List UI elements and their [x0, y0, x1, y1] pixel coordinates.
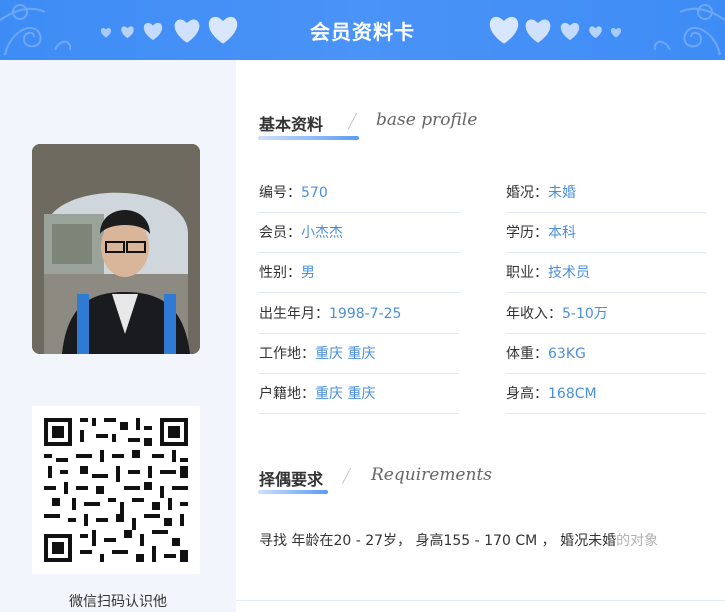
basic-section-title: 基本资料: [259, 115, 324, 134]
profile-field-label: 性别：: [259, 265, 301, 282]
profile-row: 婚况：未婚: [506, 173, 706, 213]
profile-row: 编号：570: [259, 173, 459, 213]
qr-caption: 微信扫码认识他: [69, 594, 167, 610]
profile-field-label: 出生年月：: [259, 305, 329, 322]
profile-field-value: 技术员: [548, 265, 590, 282]
requirements-section-subtitle: Requirements: [371, 465, 493, 485]
page-title: 会员资料卡: [310, 20, 415, 44]
profile-field-value: 5-10万: [562, 305, 608, 322]
profile-field-label: 身高：: [506, 386, 548, 402]
profile-row: 年收入：5-10万: [506, 294, 706, 334]
profile-field-label: 年收入：: [506, 305, 562, 322]
profile-field-value: 重庆 重庆: [315, 386, 376, 402]
basic-section-underline: [258, 136, 359, 140]
bottom-divider: [236, 600, 725, 601]
profile-field-label: 户籍地：: [259, 386, 315, 402]
profile-row: 性别：男: [259, 253, 459, 294]
profile-row: 职业：技术员: [506, 253, 706, 294]
profile-field-label: 会员：: [259, 225, 301, 242]
profile-field-value: 570: [301, 185, 328, 201]
profile-row: 会员：小杰杰: [259, 213, 459, 254]
profile-row: 工作地：重庆 重庆: [259, 334, 459, 374]
profile-row: 体重：63KG: [506, 334, 706, 374]
profile-field-label: 学历：: [506, 225, 548, 242]
profile-field-label: 工作地：: [259, 345, 315, 362]
profile-field-value: 男: [301, 265, 315, 282]
requirements-text-faded: 的对象: [616, 533, 659, 549]
wechat-qr-code: [32, 406, 200, 574]
profile-field-value: 未婚: [548, 185, 576, 201]
profile-field-value: 63KG: [548, 345, 586, 362]
profile-field-value: 重庆 重庆: [315, 345, 376, 362]
section-divider-slash: [341, 467, 352, 485]
left-panel: 微信扫码认识他: [0, 60, 236, 612]
requirements-text-main: 寻找 年龄在20 - 27岁， 身高155 - 170 CM ， 婚况未婚: [259, 533, 617, 549]
profile-field-label: 职业：: [506, 265, 548, 282]
basic-section-subtitle: base profile: [376, 110, 478, 130]
requirements-text: 寻找 年龄在20 - 27岁， 身高155 - 170 CM ， 婚况未婚的对象: [259, 530, 658, 550]
profile-field-label: 体重：: [506, 345, 548, 362]
profile-field-value: 小杰杰: [301, 225, 343, 242]
profile-row: 身高：168CM: [506, 374, 706, 414]
section-divider-slash: [347, 112, 358, 130]
profile-field-label: 编号：: [259, 185, 301, 201]
member-photo: [32, 144, 200, 354]
profile-field-value: 1998-7-25: [329, 305, 402, 322]
profile-field-label: 婚况：: [506, 185, 548, 201]
requirements-section-underline: [258, 490, 328, 494]
header-banner: 会员资料卡: [0, 0, 725, 60]
profile-row: 出生年月：1998-7-25: [259, 294, 459, 334]
profile-row: 户籍地：重庆 重庆: [259, 374, 459, 414]
profile-field-value: 本科: [548, 225, 576, 242]
profile-field-value: 168CM: [548, 386, 597, 402]
profile-row: 学历：本科: [506, 213, 706, 254]
requirements-section-title: 择偶要求: [259, 470, 324, 489]
